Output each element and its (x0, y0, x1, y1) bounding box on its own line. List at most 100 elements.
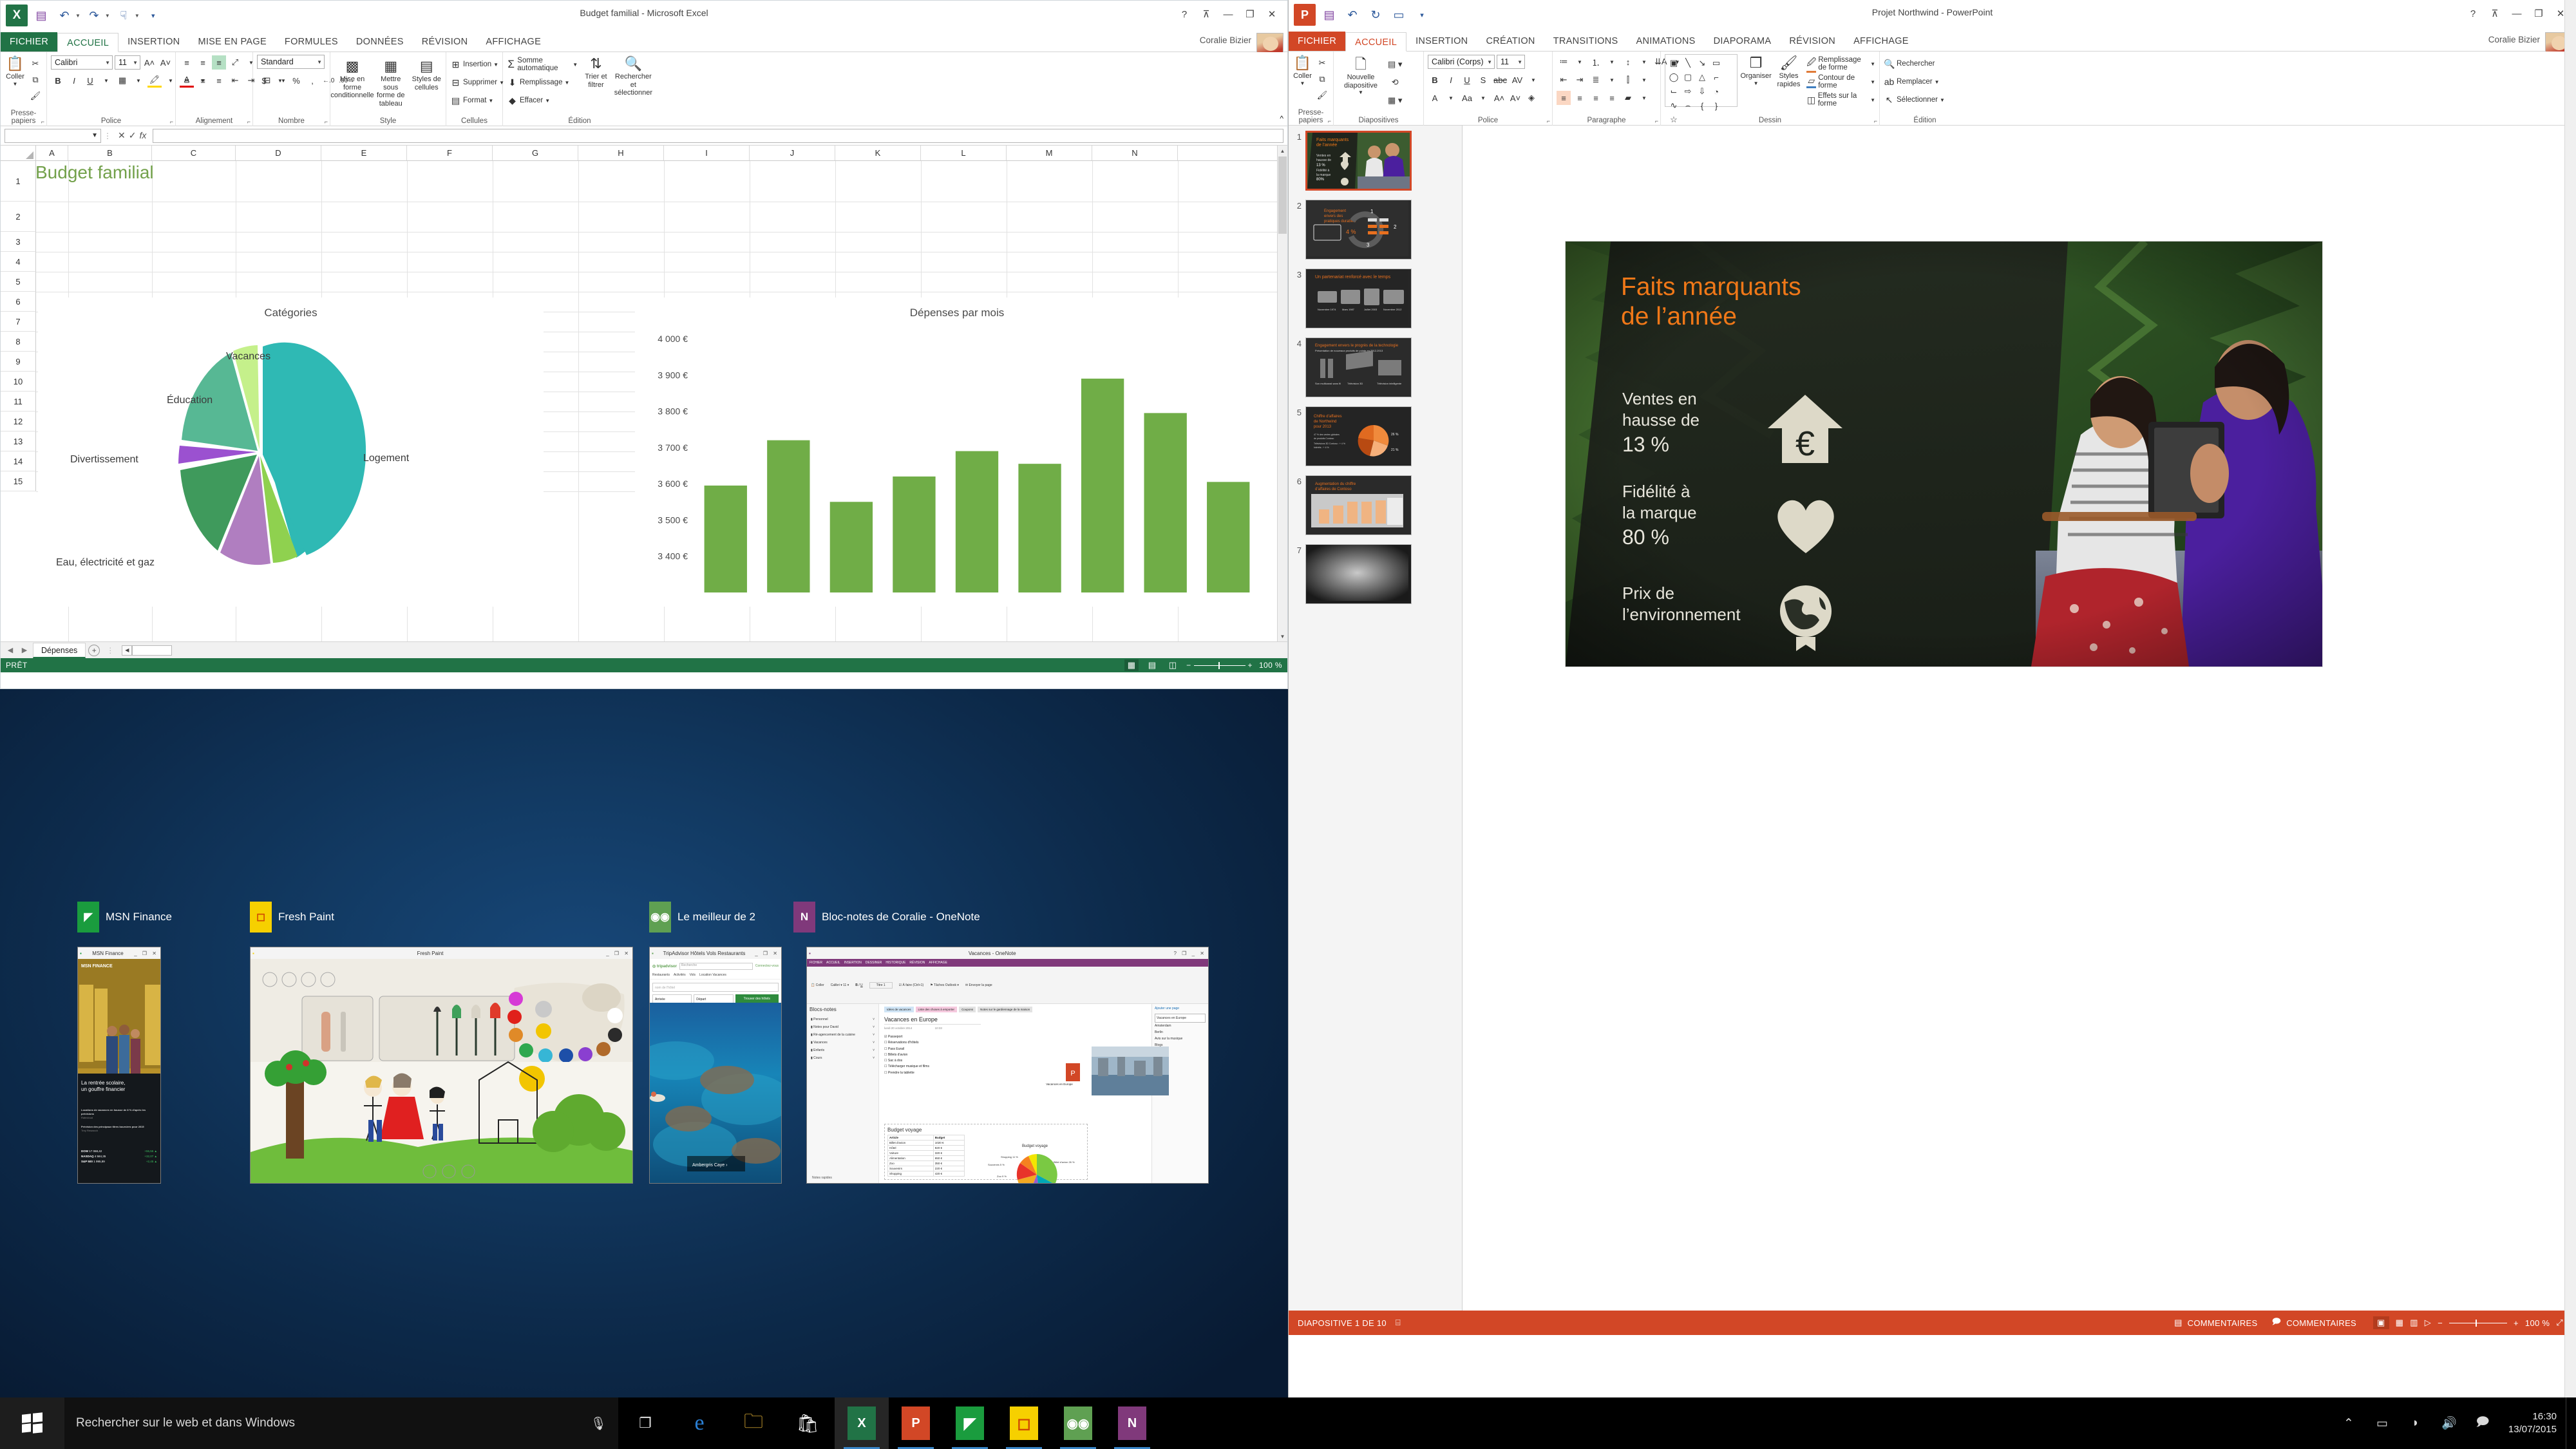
shape-triangle-icon[interactable]: △ (1695, 70, 1709, 84)
excel-sheet-tab-bar[interactable]: ◀ ▶ Dépenses + ⋮ ◀ (1, 641, 1287, 658)
onenote-notebook-item[interactable]: ▮ Personnel˅ (810, 1016, 876, 1023)
col-header-c[interactable]: C (152, 146, 236, 160)
onenote-section-tab[interactable]: Notes sur le gardiennage de la maison (978, 1007, 1032, 1012)
arrange-dropdown-icon[interactable]: ▼ (1754, 80, 1759, 86)
slide-thumb-engagement-durable[interactable]: Engagementenvers despratiques durables4 … (1305, 200, 1412, 260)
orientation-icon[interactable]: ⤢ (228, 55, 242, 70)
shape-curve-icon[interactable]: ⌢ (1681, 99, 1695, 113)
excel-zoom-slider[interactable]: − + (1186, 661, 1253, 670)
onenote-tab[interactable]: INSERTION (844, 961, 862, 965)
conditional-formatting-button[interactable]: ▩ Mise en forme conditionnelle (334, 57, 370, 100)
onenote-paste-icon[interactable]: 📋 Coller (811, 983, 824, 987)
onenote-tab[interactable]: AFFICHAGE (929, 961, 947, 965)
strikethrough-icon[interactable]: abc (1492, 73, 1508, 87)
taskbar-item-fresh-paint[interactable]: ◻ (997, 1397, 1051, 1449)
onenote-ribbon[interactable]: 📋 Coller Calibri ▾ 11 ▾ B I U Titre 1 ☑ … (807, 967, 1208, 1004)
onenote-notebook-item[interactable]: ▮ Enfants˅ (810, 1046, 876, 1054)
shadow-icon[interactable]: S (1476, 73, 1490, 87)
new-slide-button[interactable]: 🗋 Nouvelle diapositive ▼ (1338, 55, 1384, 95)
taskbar-item-edge[interactable]: e (672, 1397, 726, 1449)
scroll-up-icon[interactable]: ▲ (1278, 146, 1287, 156)
convert-smartart-icon[interactable]: ▰ (1621, 91, 1635, 105)
find-button[interactable]: 🔍 Rechercher (1884, 55, 1935, 72)
col-header-d[interactable]: D (236, 146, 321, 160)
arrange-button[interactable]: ❒ Organiser ▼ (1741, 54, 1771, 86)
shape-right-arrow-icon[interactable]: ⇨ (1681, 84, 1695, 99)
language-icon[interactable]: ⌸ (1396, 1318, 1401, 1328)
onenote-section-tab[interactable]: Coupons (959, 1007, 976, 1012)
ppt-window-controls[interactable]: ? ⊼ — ❐ ✕ (2463, 4, 2571, 23)
page-layout-icon[interactable]: ▤ (1145, 659, 1159, 671)
slide-thumb-vide[interactable] (1305, 544, 1412, 604)
align-left-icon[interactable]: ≡ (1557, 91, 1571, 105)
clear-dropdown-icon[interactable]: ▼ (545, 98, 550, 104)
excel-ribbon-tabs[interactable]: FICHIER ACCUEIL INSERTION MISE EN PAGE F… (1, 32, 1287, 52)
preview-header-onenote[interactable]: N Bloc-notes de Coralie - OneNote (793, 902, 980, 933)
normal-view-icon[interactable]: ▣ (2373, 1316, 2389, 1329)
quick-styles-button[interactable]: 🖌 Styles rapides (1775, 54, 1803, 88)
restore-icon[interactable]: ❐ (1240, 5, 1260, 24)
ta-login[interactable]: Connectez-vous (755, 964, 779, 968)
shape-oval-icon[interactable]: ◯ (1667, 70, 1681, 84)
onenote-todo-item[interactable]: ☑ Passeport (884, 1034, 1146, 1040)
preview-header-msn-finance[interactable]: ◤ MSN Finance (77, 902, 172, 933)
sort-filter-button[interactable]: ⇅ Trier et filtrer (580, 55, 612, 89)
row-header-4[interactable]: 4 (1, 252, 36, 272)
tab-revision[interactable]: RÉVISION (1780, 32, 1844, 51)
cut-icon[interactable]: ✂ (28, 57, 43, 71)
currency-dropdown-icon[interactable]: ▼ (273, 73, 287, 88)
find-select-button[interactable]: 🔍 Rechercher et sélectionner (614, 55, 652, 97)
columns-dropdown-icon[interactable]: ▼ (1637, 73, 1651, 87)
tab-fichier[interactable]: FICHIER (1289, 32, 1345, 51)
ta-search-input[interactable]: Recherche (679, 963, 753, 970)
zoom-thumb[interactable] (1218, 662, 1220, 669)
select-button[interactable]: ↖ Sélectionner ▼ (1884, 91, 1945, 108)
shape-outline-button[interactable]: ▱ Contour de forme ▼ (1806, 73, 1875, 90)
section-icon[interactable]: ▦ ▾ (1387, 93, 1403, 108)
numbering-dropdown-icon[interactable]: ▼ (1605, 55, 1619, 69)
system-tray[interactable]: ⌃ ▭ ◗ 🔊 🗩 16:30 13/07/2015 (2332, 1397, 2576, 1449)
zoom-in-icon[interactable]: + (2514, 1318, 2519, 1328)
underline-dropdown-icon[interactable]: ▼ (99, 73, 113, 88)
minimize-icon[interactable]: — (2506, 4, 2527, 23)
tab-transitions[interactable]: TRANSITIONS (1544, 32, 1627, 51)
ppt-ribbon-tabs[interactable]: FICHIER ACCUEIL INSERTION CRÉATION TRANS… (1289, 31, 2576, 52)
taskbar-search-box[interactable]: Rechercher sur le web et dans Windows 🎙 (64, 1397, 618, 1449)
taskbar-item-tripadvisor[interactable]: ◉◉ (1051, 1397, 1105, 1449)
shrink-font-icon[interactable]: A˅ (158, 55, 173, 70)
help-icon[interactable]: ? (1174, 5, 1195, 24)
start-button[interactable] (0, 1397, 64, 1449)
copy-icon[interactable]: ⧉ (1315, 72, 1329, 86)
shape-pie-icon[interactable]: ◔ (1709, 84, 1723, 99)
ta-nav-item[interactable]: Location Vacances (699, 973, 726, 977)
col-header-a[interactable]: A (36, 146, 68, 160)
cell-b1[interactable]: Budget familial (35, 162, 154, 183)
excel-window-controls[interactable]: ? ⊼ — ❐ ✕ (1174, 5, 1282, 24)
font-dialog-launcher[interactable]: ⌐ (170, 118, 173, 125)
bullets-dropdown-icon[interactable]: ▼ (1573, 55, 1587, 69)
ribbon-display-options-icon[interactable]: ⊼ (1196, 5, 1217, 24)
shape-arrow-icon[interactable]: ↘ (1695, 56, 1709, 70)
increase-indent-icon[interactable]: ⇥ (1573, 73, 1587, 87)
tab-fichier[interactable]: FICHIER (1, 32, 57, 52)
minimize-icon[interactable]: — (1218, 5, 1238, 24)
tab-mise-en-page[interactable]: MISE EN PAGE (189, 32, 275, 52)
underline-icon[interactable]: U (83, 73, 97, 88)
slide-thumbnail-row[interactable]: 2Engagementenvers despratiques durables4… (1291, 200, 1459, 260)
windows-taskbar[interactable]: Rechercher sur le web et dans Windows 🎙 … (0, 1397, 2576, 1449)
shrink-font-icon[interactable]: A˅ (1508, 91, 1522, 105)
insert-function-icon[interactable]: fx (139, 130, 146, 141)
row-header-10[interactable]: 10 (1, 372, 36, 392)
tab-accueil[interactable]: ACCUEIL (1345, 32, 1406, 52)
insert-cells-button[interactable]: ⊞ Insertion ▼ (450, 56, 498, 73)
close-icon[interactable]: ✕ (1262, 5, 1282, 24)
preview-window-msn-finance[interactable]: ▪MSN Finance_ ❐ ✕ MSN FINANCE La rentrée… (77, 947, 161, 1184)
select-dropdown-icon[interactable]: ▼ (1940, 97, 1945, 103)
col-header-m[interactable]: M (1007, 146, 1092, 160)
onenote-page-item[interactable]: Vacances en Europe (1155, 1014, 1206, 1023)
slide-thumb-faits-marquants[interactable]: Faits marquantsde l’annéeVentes enhausse… (1305, 131, 1412, 191)
col-header-k[interactable]: K (835, 146, 921, 160)
excel-formula-bar[interactable]: ▼ ⋮ ✕ ✓ fx (1, 126, 1287, 146)
col-header-h[interactable]: H (578, 146, 664, 160)
taskbar-item-msn-finance[interactable]: ◤ (943, 1397, 997, 1449)
